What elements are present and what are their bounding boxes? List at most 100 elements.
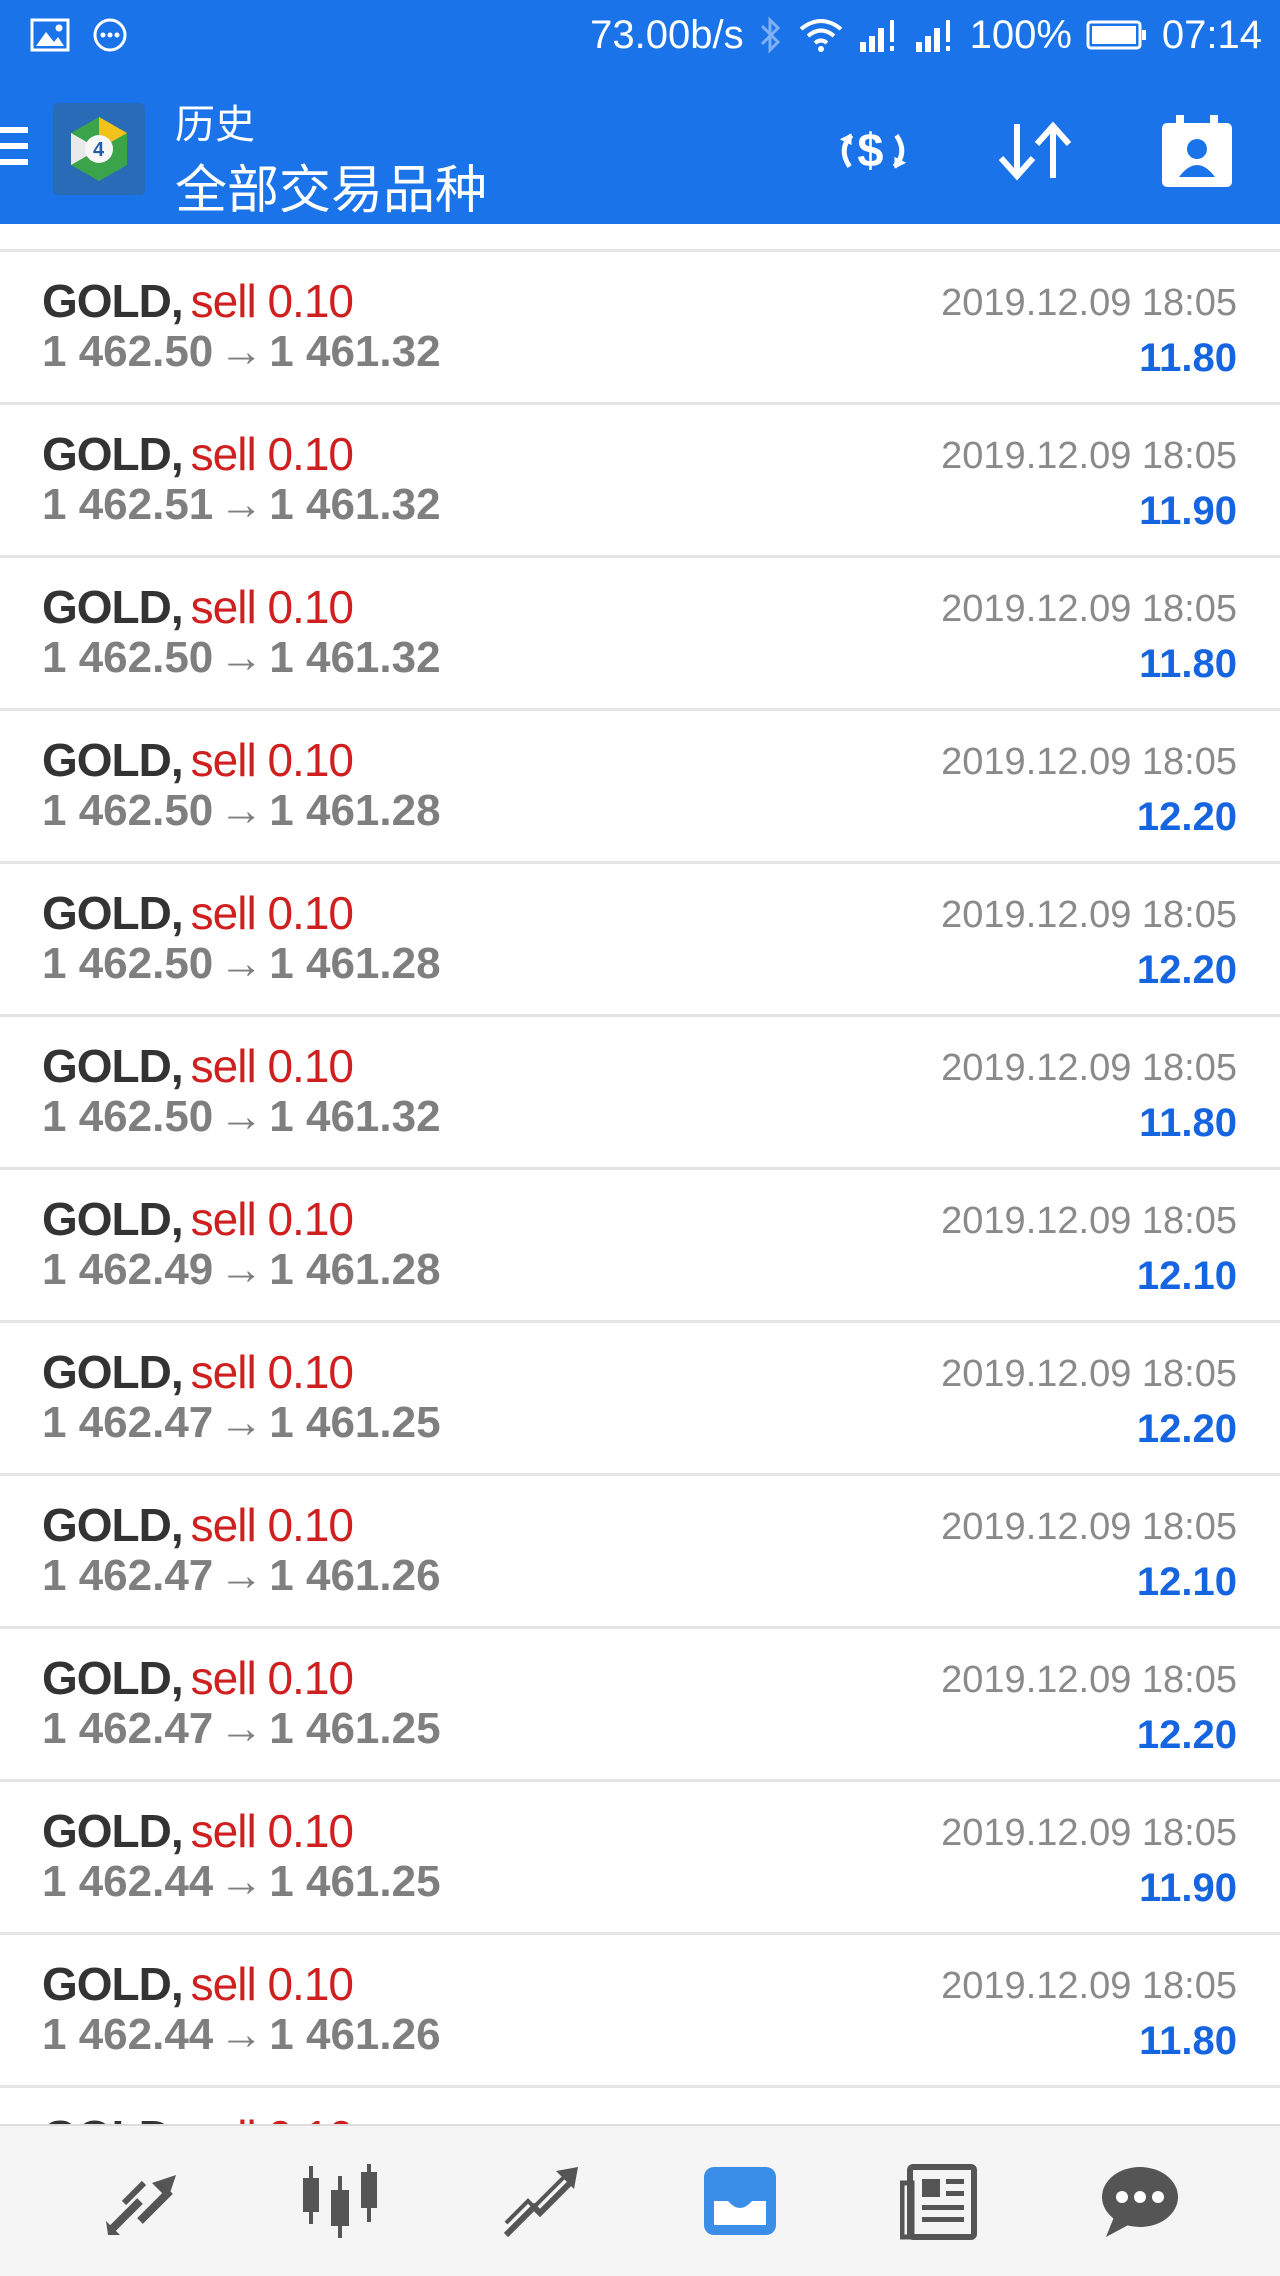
arrow-right-icon: → [219, 1398, 264, 1447]
sort-icon[interactable] [994, 110, 1076, 192]
trade-row[interactable]: GOLD, sell 0.10 1 462.44 → 1 461.26 2019.12.0… [0, 1935, 1280, 2088]
trade-side-volume: sell 0.10 [190, 1499, 354, 1551]
trade-row[interactable]: GOLD, sell 0.10 1 462.49 → 1 461.28 2019.12.0… [0, 1170, 1280, 1323]
nav-trade-icon[interactable] [490, 2151, 590, 2251]
separator: , [171, 2111, 184, 2124]
account-badge-icon[interactable] [1156, 110, 1238, 192]
trade-profit: 12.10 [1136, 1254, 1237, 1298]
bottom-navigation [0, 2124, 1280, 2276]
wifi-icon [799, 19, 842, 52]
trade-symbol: GOLD [42, 1040, 172, 1092]
separator: , [170, 1958, 184, 2010]
open-price: 1 462.47 [42, 1398, 214, 1447]
trade-row[interactable]: GOLD, sell 0.10 1 462.50 → 1 461.32 2019.12.0… [0, 1017, 1280, 1170]
nav-history-icon[interactable] [690, 2151, 790, 2251]
battery-percent: 100% [969, 12, 1072, 57]
trade-symbol-line: GOLD,sell 0.10 [42, 427, 354, 481]
trade-row[interactable]: GOLD, sell 0.10 1 462.51 → 1 461.32 2019.12.0… [0, 405, 1280, 558]
trade-row[interactable]: GOLD, sell 0.10 1 462.50 → 1 461.32 2019.12.0… [0, 252, 1280, 405]
trade-prices: 1 462.47 → 1 461.25 [42, 1398, 441, 1448]
trade-prices: 1 462.50 → 1 461.32 [42, 327, 441, 377]
trade-symbol: GOLD [42, 1805, 172, 1857]
open-price: 1 462.44 [42, 1857, 214, 1906]
nav-quotes-icon[interactable] [90, 2151, 190, 2251]
trade-profit: 11.80 [1139, 642, 1237, 686]
trade-row[interactable]: GOLD, sell 0.10 1 462.50 → 1 461.28 2019.12.0… [0, 864, 1280, 1017]
list-divider [0, 224, 1280, 252]
nav-news-icon[interactable] [890, 2151, 990, 2251]
close-price: 1 461.25 [269, 1398, 441, 1447]
trade-symbol-line: GOLD,sell 0.10 [42, 1039, 354, 1093]
trade-row[interactable]: GOLD, sell 0.10 1 462.47 → 1 461.26 2019.12.0… [0, 1476, 1280, 1629]
separator: , [170, 734, 184, 786]
trade-profit: 12.20 [1136, 948, 1237, 992]
trade-side-volume: sell 0.10 [190, 1958, 354, 2010]
page-title[interactable]: 全部交易品种 [175, 148, 487, 223]
trade-side-volume: sell 0.10 [191, 2111, 354, 2124]
separator: , [170, 1193, 184, 1245]
arrow-right-icon: → [219, 1245, 264, 1294]
trade-side-volume: sell 0.10 [190, 581, 354, 633]
open-price: 1 462.50 [42, 1092, 214, 1141]
trade-side-volume: sell 0.10 [190, 887, 354, 939]
trade-history-list[interactable]: GOLD, sell 0.10 1 462.50 → 1 461.32 2019.12.0… [0, 224, 1280, 2124]
svg-text:$: $ [857, 125, 883, 177]
trade-time: 2019.12.09 18:05 [941, 1659, 1237, 1701]
open-price: 1 462.49 [42, 1245, 214, 1294]
open-price: 1 462.50 [42, 327, 214, 376]
network-speed: 73.00b/s [590, 12, 744, 57]
trade-row[interactable]: GOLD, sell 0.10 1 462.47 → 1 461.25 2019.12.0… [0, 1323, 1280, 1476]
separator: , [170, 1040, 184, 1092]
trade-time: 2019.12.09 18:05 [941, 894, 1237, 936]
close-price: 1 461.28 [269, 786, 441, 835]
trade-prices: 1 462.44 → 1 461.26 [42, 2010, 441, 2060]
close-price: 1 461.26 [269, 2010, 441, 2059]
trade-row[interactable]: GOLD,sell 0.102019.12.09 18:05 [0, 2088, 1280, 2124]
battery-icon [1086, 20, 1146, 50]
trade-row[interactable]: GOLD, sell 0.10 1 462.50 → 1 461.28 2019.12.0… [0, 711, 1280, 864]
trade-symbol-line: GOLD,sell 0.10 [42, 1651, 354, 1705]
trade-prices: 1 462.47 → 1 461.25 [42, 1704, 441, 1754]
open-price: 1 462.51 [42, 480, 214, 529]
trade-symbol-line: GOLD,sell 0.10 [42, 274, 354, 328]
trade-symbol-line: GOLD,sell 0.10 [42, 1957, 354, 2011]
metatrader-logo-icon: 4 [53, 103, 145, 195]
open-price: 1 462.47 [42, 1551, 214, 1600]
separator: , [170, 1499, 184, 1551]
trade-profit: 11.80 [1139, 2019, 1237, 2063]
trade-time: 2019.12.09 18:05 [941, 282, 1237, 324]
close-price: 1 461.28 [269, 939, 441, 988]
trade-side-volume: sell 0.10 [190, 1346, 354, 1398]
trade-prices: 1 462.50 → 1 461.32 [42, 1092, 441, 1142]
open-price: 1 462.47 [42, 1704, 214, 1753]
trade-symbol-line: GOLD,sell 0.10 [42, 1498, 354, 1552]
separator: , [170, 1652, 184, 1704]
arrow-right-icon: → [219, 633, 264, 682]
arrow-right-icon: → [219, 2010, 264, 2059]
separator: , [170, 1805, 184, 1857]
trade-time: 2019.12.09 18:05 [941, 1965, 1237, 2007]
trade-profit: 12.20 [1136, 1713, 1237, 1757]
trade-symbol: GOLD [42, 1193, 172, 1245]
trade-side-volume: sell 0.10 [190, 734, 354, 786]
nav-chart-icon[interactable] [290, 2151, 390, 2251]
trade-row[interactable]: GOLD, sell 0.10 1 462.50 → 1 461.32 2019.12.0… [0, 558, 1280, 711]
separator: , [170, 428, 184, 480]
trade-symbol-line: GOLD,sell 0.10 [42, 1804, 354, 1858]
trade-prices: 1 462.51 → 1 461.32 [42, 480, 441, 530]
trade-symbol-line: GOLD,sell 0.10 [42, 733, 354, 787]
trade-time: 2019.12.09 18:05 [941, 1200, 1237, 1242]
close-price: 1 461.32 [269, 1092, 441, 1141]
trade-side-volume: sell 0.10 [190, 1652, 354, 1704]
trade-row[interactable]: GOLD, sell 0.10 1 462.47 → 1 461.25 2019.12.0… [0, 1629, 1280, 1782]
hamburger-menu-icon[interactable] [0, 127, 30, 165]
nav-chat-icon[interactable] [1090, 2151, 1190, 2251]
arrow-right-icon: → [219, 939, 264, 988]
trade-prices: 1 462.50 → 1 461.28 [42, 786, 441, 836]
trade-row[interactable]: GOLD, sell 0.10 1 462.44 → 1 461.25 2019.12.0… [0, 1782, 1280, 1935]
arrow-right-icon: → [219, 1551, 264, 1600]
close-price: 1 461.32 [269, 480, 441, 529]
trade-symbol-line: GOLD,sell 0.10 [42, 1192, 354, 1246]
currency-exchange-icon[interactable]: $ [832, 110, 914, 192]
open-price: 1 462.50 [42, 939, 214, 988]
